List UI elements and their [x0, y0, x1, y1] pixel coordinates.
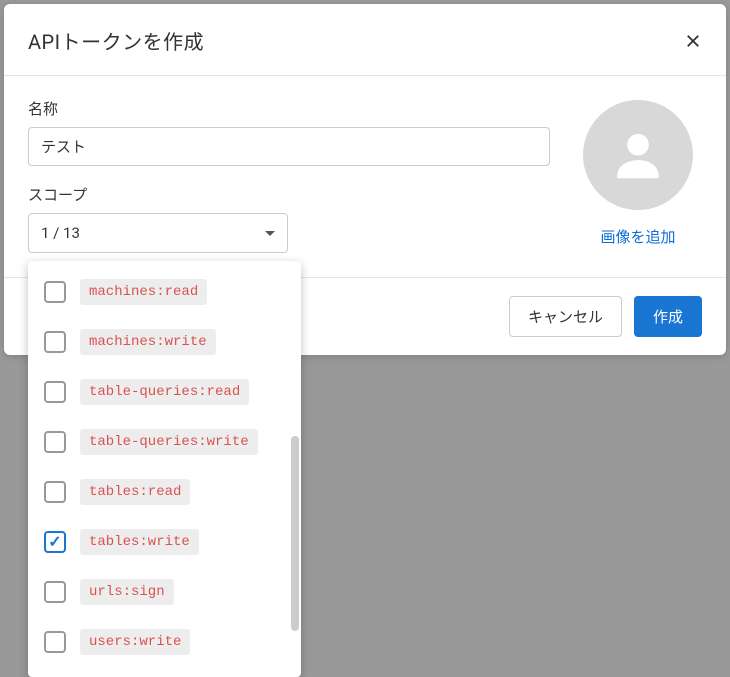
- checkbox[interactable]: [44, 431, 66, 453]
- scope-summary: 1 / 13: [41, 224, 80, 242]
- scope-tag: machines:write: [80, 329, 216, 355]
- checkbox[interactable]: [44, 281, 66, 303]
- scope-tag: urls:sign: [80, 579, 174, 605]
- user-icon: [607, 124, 669, 186]
- scope-select[interactable]: 1 / 13: [28, 213, 288, 253]
- scope-option[interactable]: machines:read: [28, 267, 301, 317]
- close-icon[interactable]: [684, 32, 702, 50]
- checkbox[interactable]: [44, 631, 66, 653]
- cancel-button[interactable]: キャンセル: [509, 296, 622, 337]
- scope-tag: tables:write: [80, 529, 199, 555]
- form-left: 名称 スコープ 1 / 13: [28, 98, 550, 253]
- checkbox[interactable]: [44, 581, 66, 603]
- checkbox[interactable]: [44, 481, 66, 503]
- modal-body: 名称 スコープ 1 / 13 画像を追加: [4, 76, 726, 278]
- scope-dropdown: machines:read machines:write table-queries…: [28, 261, 301, 677]
- scope-option[interactable]: urls:sign: [28, 567, 301, 617]
- checkbox[interactable]: [44, 381, 66, 403]
- scope-tag: users:write: [80, 629, 190, 655]
- checkbox[interactable]: [44, 331, 66, 353]
- checkmark-icon: ✓: [48, 534, 61, 550]
- scope-label: スコープ: [28, 184, 550, 205]
- scrollbar-thumb[interactable]: [291, 436, 299, 631]
- form-right: 画像を追加: [574, 98, 702, 253]
- name-label: 名称: [28, 98, 550, 119]
- scope-option[interactable]: ✓ tables:write: [28, 517, 301, 567]
- create-button[interactable]: 作成: [634, 296, 702, 337]
- scope-tag: table-queries:write: [80, 429, 258, 455]
- add-image-link[interactable]: 画像を追加: [600, 226, 675, 247]
- scope-option[interactable]: table-queries:write: [28, 417, 301, 467]
- name-input[interactable]: [28, 127, 550, 166]
- scope-tag: machines:read: [80, 279, 207, 305]
- modal-title: APIトークンを作成: [28, 26, 204, 55]
- scope-option[interactable]: tables:read: [28, 467, 301, 517]
- scope-tag: tables:read: [80, 479, 190, 505]
- scope-option[interactable]: machines:write: [28, 317, 301, 367]
- scope-tag: table-queries:read: [80, 379, 249, 405]
- checkbox[interactable]: ✓: [44, 531, 66, 553]
- scope-option[interactable]: table-queries:read: [28, 367, 301, 417]
- avatar-placeholder[interactable]: [583, 100, 693, 210]
- chevron-down-icon: [265, 231, 275, 236]
- scope-option[interactable]: users:write: [28, 617, 301, 667]
- modal-header: APIトークンを作成: [4, 4, 726, 76]
